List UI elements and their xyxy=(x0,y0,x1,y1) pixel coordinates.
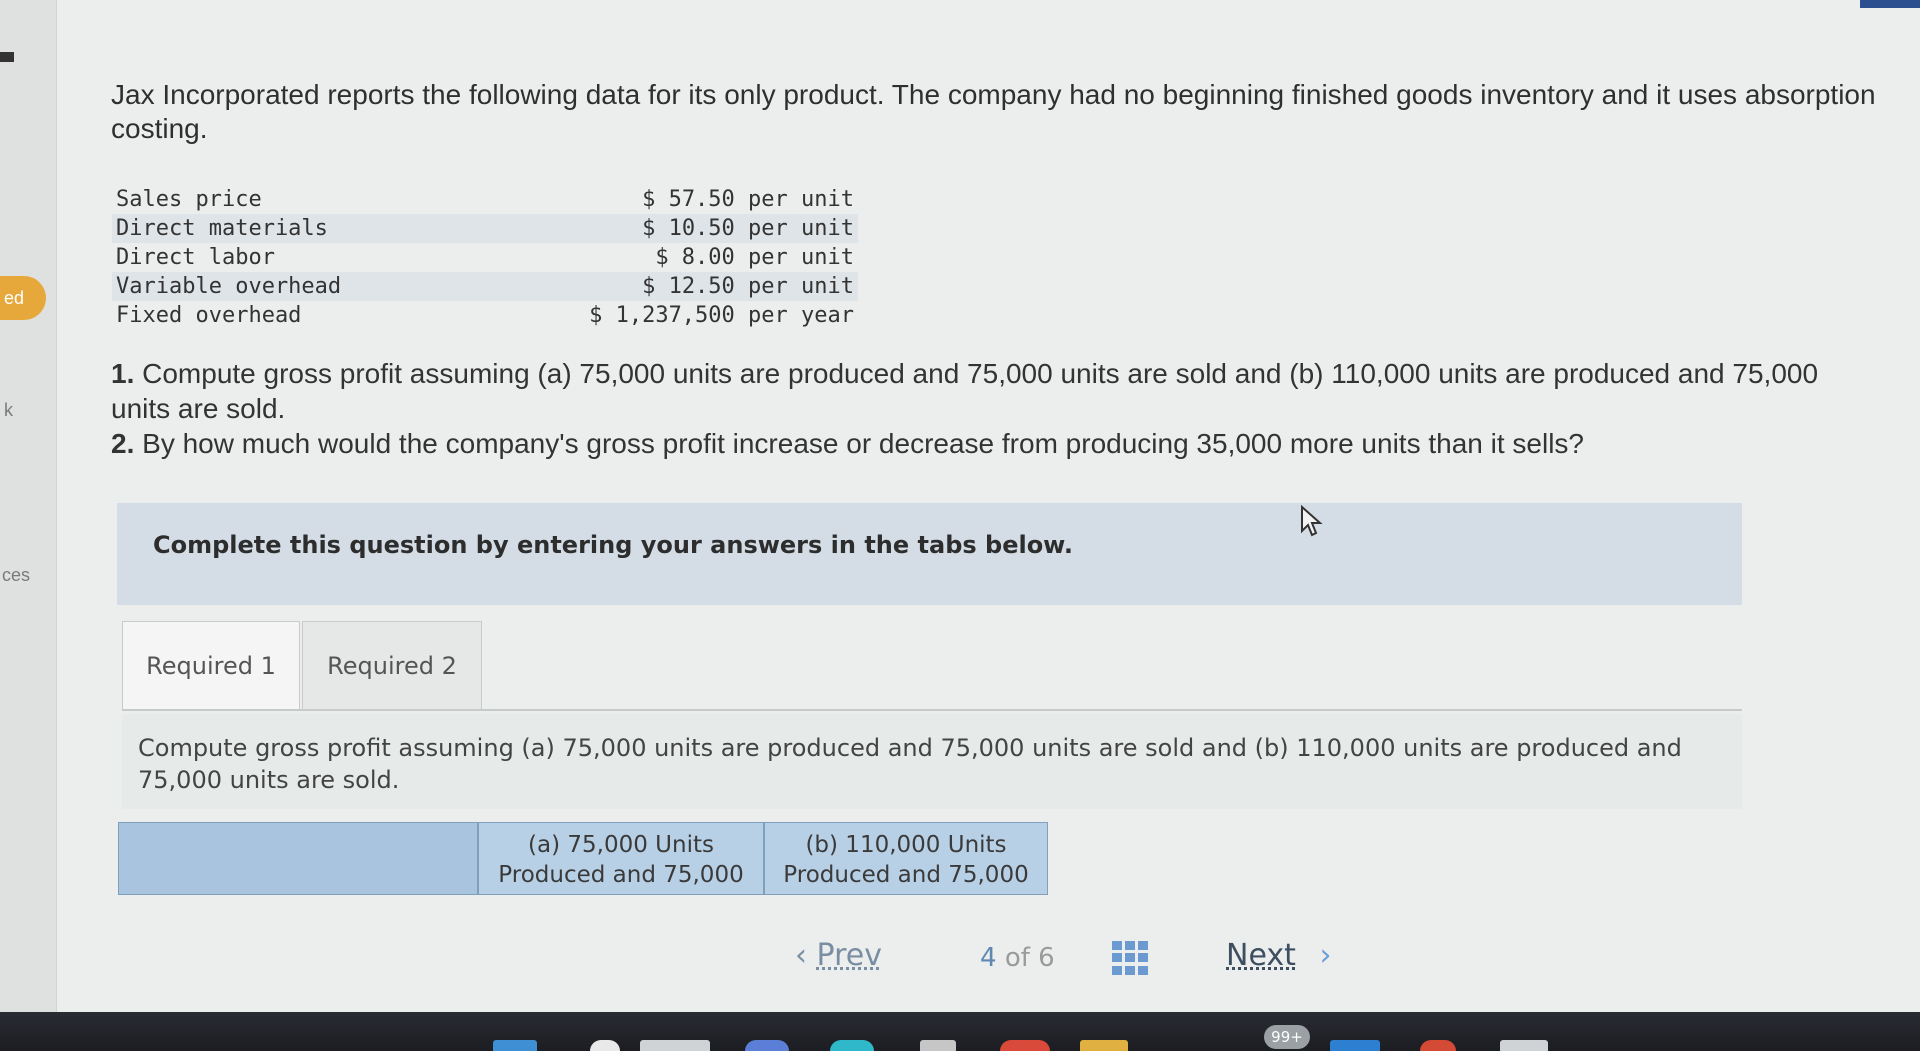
column-a-line2: Produced and 75,000 xyxy=(498,862,744,888)
row-value: $ 1,237,500 per year xyxy=(589,303,854,328)
column-a-header: (a) 75,000 Units Produced and 75,000 xyxy=(478,822,764,895)
row-label: Sales price xyxy=(116,187,262,212)
instruction-text: Complete this question by entering your … xyxy=(153,531,1073,559)
problem-intro: Jax Incorporated reports the following d… xyxy=(111,79,1876,144)
taskbar-app-icon[interactable] xyxy=(640,1040,710,1051)
chevron-right-icon: › xyxy=(1319,938,1332,973)
taskbar-app-icon[interactable] xyxy=(590,1040,620,1051)
taskbar-app-icon[interactable] xyxy=(1500,1040,1548,1051)
cost-data-table: Sales price $ 57.50 per unit Direct mate… xyxy=(112,185,858,330)
tab-required-2[interactable]: Required 2 xyxy=(302,621,482,711)
taskbar-app-icon[interactable] xyxy=(830,1040,874,1051)
taskbar-app-icon[interactable] xyxy=(1420,1040,1456,1051)
taskbar xyxy=(0,1012,1920,1051)
tab-divider xyxy=(122,709,1742,711)
row-label: Direct materials xyxy=(112,214,520,243)
gross-profit-table-header: (a) 75,000 Units Produced and 75,000 (b)… xyxy=(118,822,1048,895)
column-a-line1: (a) 75,000 Units xyxy=(528,832,714,858)
left-sidebar: ed k ces xyxy=(0,0,57,1012)
taskbar-app-icon[interactable] xyxy=(493,1040,537,1051)
table-row: Fixed overhead $ 1,237,500 per year xyxy=(112,301,858,330)
total-pages: 6 xyxy=(1038,943,1055,973)
prev-label: Prev xyxy=(816,938,882,973)
sidebar-item-1[interactable]: k xyxy=(4,400,13,421)
row-value: $ 57.50 per unit xyxy=(642,187,854,212)
page-indicator: 4 of 6 xyxy=(980,943,1055,973)
table-row: Direct labor $ 8.00 per unit xyxy=(112,243,858,272)
tab-required-1[interactable]: Required 1 xyxy=(122,621,300,711)
sidebar-marker xyxy=(0,52,14,62)
instruction-banner: Complete this question by entering your … xyxy=(117,503,1742,605)
required-1-instructions: Compute gross profit assuming (a) 75,000… xyxy=(138,734,1682,794)
column-b-header: (b) 110,000 Units Produced and 75,000 xyxy=(764,822,1048,895)
current-page: 4 xyxy=(980,943,997,973)
row-label: Fixed overhead xyxy=(116,303,302,328)
notification-badge: 99+ xyxy=(1264,1025,1310,1049)
of-label: of xyxy=(1004,943,1030,973)
row-value: $ 10.50 per unit xyxy=(520,214,858,243)
question-2-text: By how much would the company's gross pr… xyxy=(142,428,1584,459)
sidebar-item-2[interactable]: ces xyxy=(2,565,30,586)
taskbar-app-icon[interactable] xyxy=(1330,1040,1380,1051)
table-row: Direct materials $ 10.50 per unit xyxy=(112,214,858,243)
column-b-line1: (b) 110,000 Units xyxy=(805,832,1007,858)
required-1-panel: Compute gross profit assuming (a) 75,000… xyxy=(122,714,1742,809)
question-2: 2. By how much would the company's gross… xyxy=(111,426,1871,461)
chevron-left-icon: ‹ xyxy=(795,938,807,973)
question-1: 1. Compute gross profit assuming (a) 75,… xyxy=(111,356,1871,426)
taskbar-app-icon[interactable] xyxy=(1000,1040,1050,1051)
row-label: Variable overhead xyxy=(112,272,520,301)
next-button[interactable]: Next › xyxy=(1226,938,1331,973)
question-1-number: 1. xyxy=(111,358,135,389)
table-row: Variable overhead $ 12.50 per unit xyxy=(112,272,858,301)
taskbar-app-icon[interactable] xyxy=(920,1040,956,1051)
browser-viewport: ed k ces Jax Incorporated reports the fo… xyxy=(0,0,1920,1012)
column-b-line2: Produced and 75,000 xyxy=(783,862,1029,888)
question-1-text: Compute gross profit assuming (a) 75,000… xyxy=(111,358,1819,424)
mouse-cursor-icon xyxy=(1301,505,1323,537)
sidebar-item-0[interactable]: ed xyxy=(0,276,46,320)
row-value: $ 8.00 per unit xyxy=(655,245,854,270)
next-label: Next xyxy=(1226,938,1296,973)
taskbar-app-icon[interactable] xyxy=(1080,1040,1128,1051)
row-value: $ 12.50 per unit xyxy=(520,272,858,301)
question-2-number: 2. xyxy=(111,428,135,459)
table-row: Sales price $ 57.50 per unit xyxy=(112,185,858,214)
grid-icon[interactable] xyxy=(1112,941,1148,975)
header-blank-cell xyxy=(118,822,478,895)
window-corner-bar xyxy=(1860,0,1920,8)
question-list: 1. Compute gross profit assuming (a) 75,… xyxy=(111,356,1871,461)
taskbar-app-icon[interactable] xyxy=(745,1040,789,1051)
prev-button[interactable]: ‹ Prev xyxy=(795,938,882,973)
row-label: Direct labor xyxy=(116,245,275,270)
